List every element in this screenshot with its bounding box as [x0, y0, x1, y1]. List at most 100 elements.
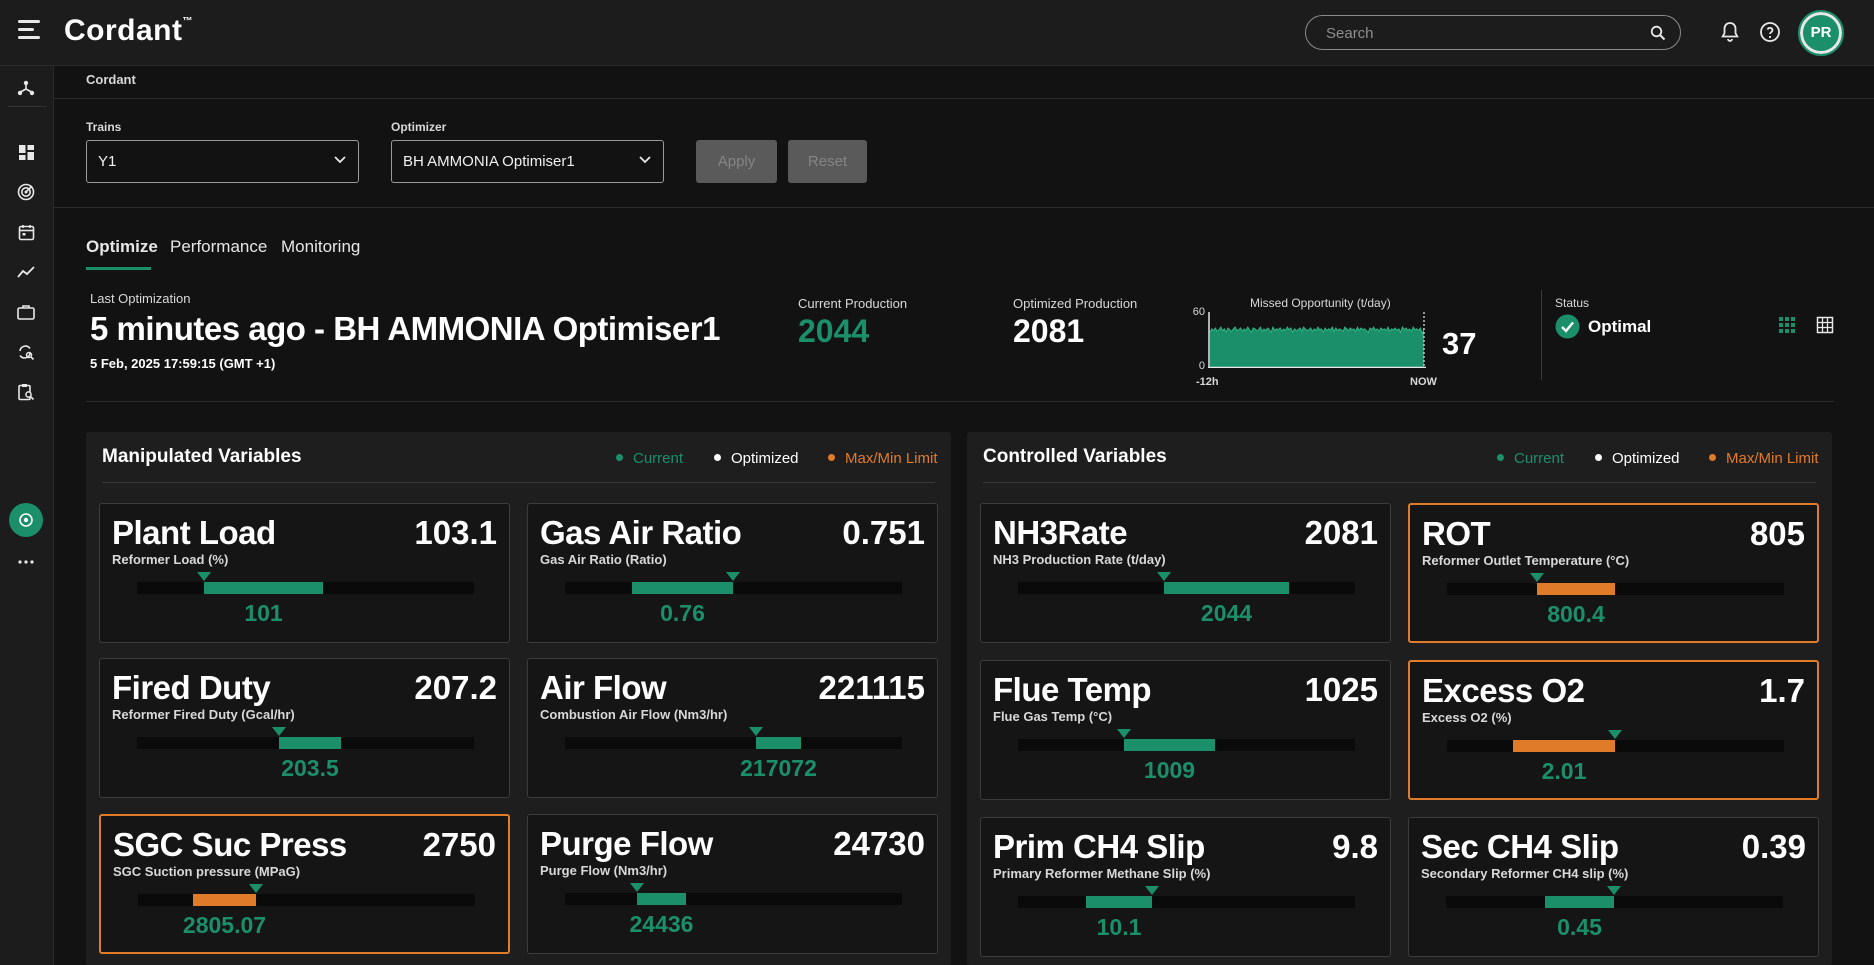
current-value: 10.1: [1096, 914, 1142, 940]
current-bar: [193, 894, 256, 906]
current-bar: [1537, 583, 1615, 595]
optimized-production-label: Optimized Production: [1013, 296, 1138, 311]
divider: [54, 98, 1874, 99]
tab-monitoring[interactable]: Monitoring: [281, 237, 360, 257]
status-label: Status: [1555, 296, 1590, 310]
legend-limit: Max/Min Limit: [828, 450, 938, 467]
chevron-down-icon: [639, 156, 651, 164]
status-value: Optimal: [1588, 317, 1652, 336]
variable-name: NH3Rate: [993, 514, 1128, 551]
panel-title: Controlled Variables: [983, 446, 1167, 467]
variable-description: NH3 Production Rate (t/day): [993, 552, 1166, 567]
clipboard-search-icon[interactable]: [14, 380, 38, 404]
menu-icon[interactable]: [18, 20, 42, 44]
variable-card[interactable]: Prim CH4 Slip 9.8 Primary Reformer Methane…: [980, 817, 1391, 957]
check-circle-icon: [1555, 314, 1580, 339]
range-track: [1447, 730, 1784, 752]
variable-description: Combustion Air Flow (Nm3/hr): [540, 707, 728, 722]
variable-card[interactable]: SGC Suc Press 2750 SGC Suction pressure (M…: [99, 814, 510, 954]
reset-button[interactable]: Reset: [788, 140, 867, 183]
last-optimization-date: 5 Feb, 2025 17:59:15 (GMT +1): [90, 356, 276, 371]
variable-name: Plant Load: [112, 514, 276, 551]
panel-divider: [983, 482, 1816, 483]
optimized-marker: [726, 572, 740, 581]
optimized-marker: [1530, 573, 1544, 582]
variable-card[interactable]: NH3Rate 2081 NH3 Production Rate (t/day) 20…: [980, 503, 1391, 643]
refresh-search-icon[interactable]: [14, 340, 38, 364]
variable-card[interactable]: Excess O2 1.7 Excess O2 (%) 2.01: [1408, 660, 1819, 800]
range-track: [138, 884, 475, 906]
bell-icon[interactable]: [1718, 20, 1742, 44]
active-tab-indicator: [86, 267, 151, 270]
current-bar: [1164, 582, 1289, 594]
range-track: [137, 572, 474, 594]
optimizer-nav-icon[interactable]: [9, 503, 43, 537]
optimized-value: 221115: [818, 669, 925, 706]
optimized-production-value: 2081: [1013, 313, 1085, 349]
breadcrumb[interactable]: Cordant: [86, 72, 136, 87]
variable-name: Flue Temp: [993, 671, 1152, 708]
variable-name: SGC Suc Press: [113, 826, 347, 863]
brand-logo[interactable]: Cordant™: [64, 14, 193, 48]
search-input[interactable]: [1326, 23, 1626, 43]
chevron-down-icon: [334, 156, 346, 164]
search-box[interactable]: [1305, 15, 1681, 50]
panel-divider: [102, 482, 935, 483]
variable-card[interactable]: Gas Air Ratio 0.751 Gas Air Ratio (Ratio) 0…: [527, 503, 938, 643]
trains-select[interactable]: Y1: [86, 140, 359, 183]
variable-card[interactable]: Sec CH4 Slip 0.39 Secondary Reformer CH4 s…: [1408, 817, 1819, 957]
current-bar: [1545, 896, 1614, 908]
variable-name: Fired Duty: [112, 669, 271, 706]
more-icon[interactable]: [14, 550, 38, 574]
table-view-icon[interactable]: [1816, 316, 1834, 334]
spark-xend-label: NOW: [1410, 376, 1437, 388]
spark-xstart-label: -12h: [1196, 376, 1219, 388]
network-icon[interactable]: [14, 76, 38, 100]
last-optimization-title: 5 minutes ago - BH AMMONIA Optimiser1: [90, 310, 720, 347]
optimized-marker: [1117, 729, 1131, 738]
current-value: 203.5: [281, 755, 339, 781]
variable-name: Air Flow: [540, 669, 667, 706]
variable-description: Reformer Load (%): [112, 552, 229, 567]
legend-optimized: Optimized: [1595, 450, 1680, 467]
optimized-marker: [197, 572, 211, 581]
legend-current: Current: [1497, 450, 1564, 467]
avatar[interactable]: PR: [1798, 10, 1844, 56]
panel-title: Manipulated Variables: [102, 446, 302, 467]
current-value: 1009: [1143, 757, 1196, 783]
search-icon[interactable]: [1650, 25, 1666, 41]
variable-description: Gas Air Ratio (Ratio): [540, 552, 667, 567]
variable-card[interactable]: Air Flow 221115 Combustion Air Flow (Nm3/h…: [527, 658, 938, 798]
variable-card[interactable]: Fired Duty 207.2 Reformer Fired Duty (Gcal…: [99, 658, 510, 798]
sidebar-divider: [8, 106, 46, 107]
trend-icon[interactable]: [14, 260, 38, 284]
variable-card[interactable]: Flue Temp 1025 Flue Gas Temp (°C) 1009: [980, 660, 1391, 800]
variable-description: Reformer Fired Duty (Gcal/hr): [112, 707, 295, 722]
current-value: 2805.07: [182, 912, 267, 938]
variable-card[interactable]: ROT 805 Reformer Outlet Temperature (°C) 80…: [1408, 503, 1819, 643]
current-value: 2.01: [1541, 758, 1587, 784]
range-track: [1447, 573, 1784, 595]
optimizer-select[interactable]: BH AMMONIA Optimiser1: [391, 140, 664, 183]
optimized-marker: [1157, 572, 1171, 581]
apply-button[interactable]: Apply: [696, 140, 777, 183]
variable-card[interactable]: Plant Load 103.1 Reformer Load (%) 101: [99, 503, 510, 643]
briefcase-icon[interactable]: [14, 300, 38, 324]
tab-performance[interactable]: Performance: [170, 237, 267, 257]
radar-icon[interactable]: [14, 180, 38, 204]
variable-name: Excess O2: [1422, 672, 1585, 709]
help-icon[interactable]: [1758, 20, 1782, 44]
dashboard-icon[interactable]: [14, 140, 38, 164]
current-bar: [1124, 739, 1215, 751]
grid-view-icon[interactable]: [1778, 316, 1796, 334]
range-track: [565, 883, 902, 905]
variable-card[interactable]: Purge Flow 24730 Purge Flow (Nm3/hr) 24436: [527, 814, 938, 954]
legend-current: Current: [616, 450, 683, 467]
optimizer-value: BH AMMONIA Optimiser1: [403, 153, 575, 170]
optimized-marker: [749, 727, 763, 736]
calendar-icon[interactable]: [14, 220, 38, 244]
current-bar: [1513, 740, 1615, 752]
optimized-value: 207.2: [414, 669, 497, 706]
tab-optimize[interactable]: Optimize: [86, 237, 158, 257]
optimized-marker: [1607, 886, 1621, 895]
